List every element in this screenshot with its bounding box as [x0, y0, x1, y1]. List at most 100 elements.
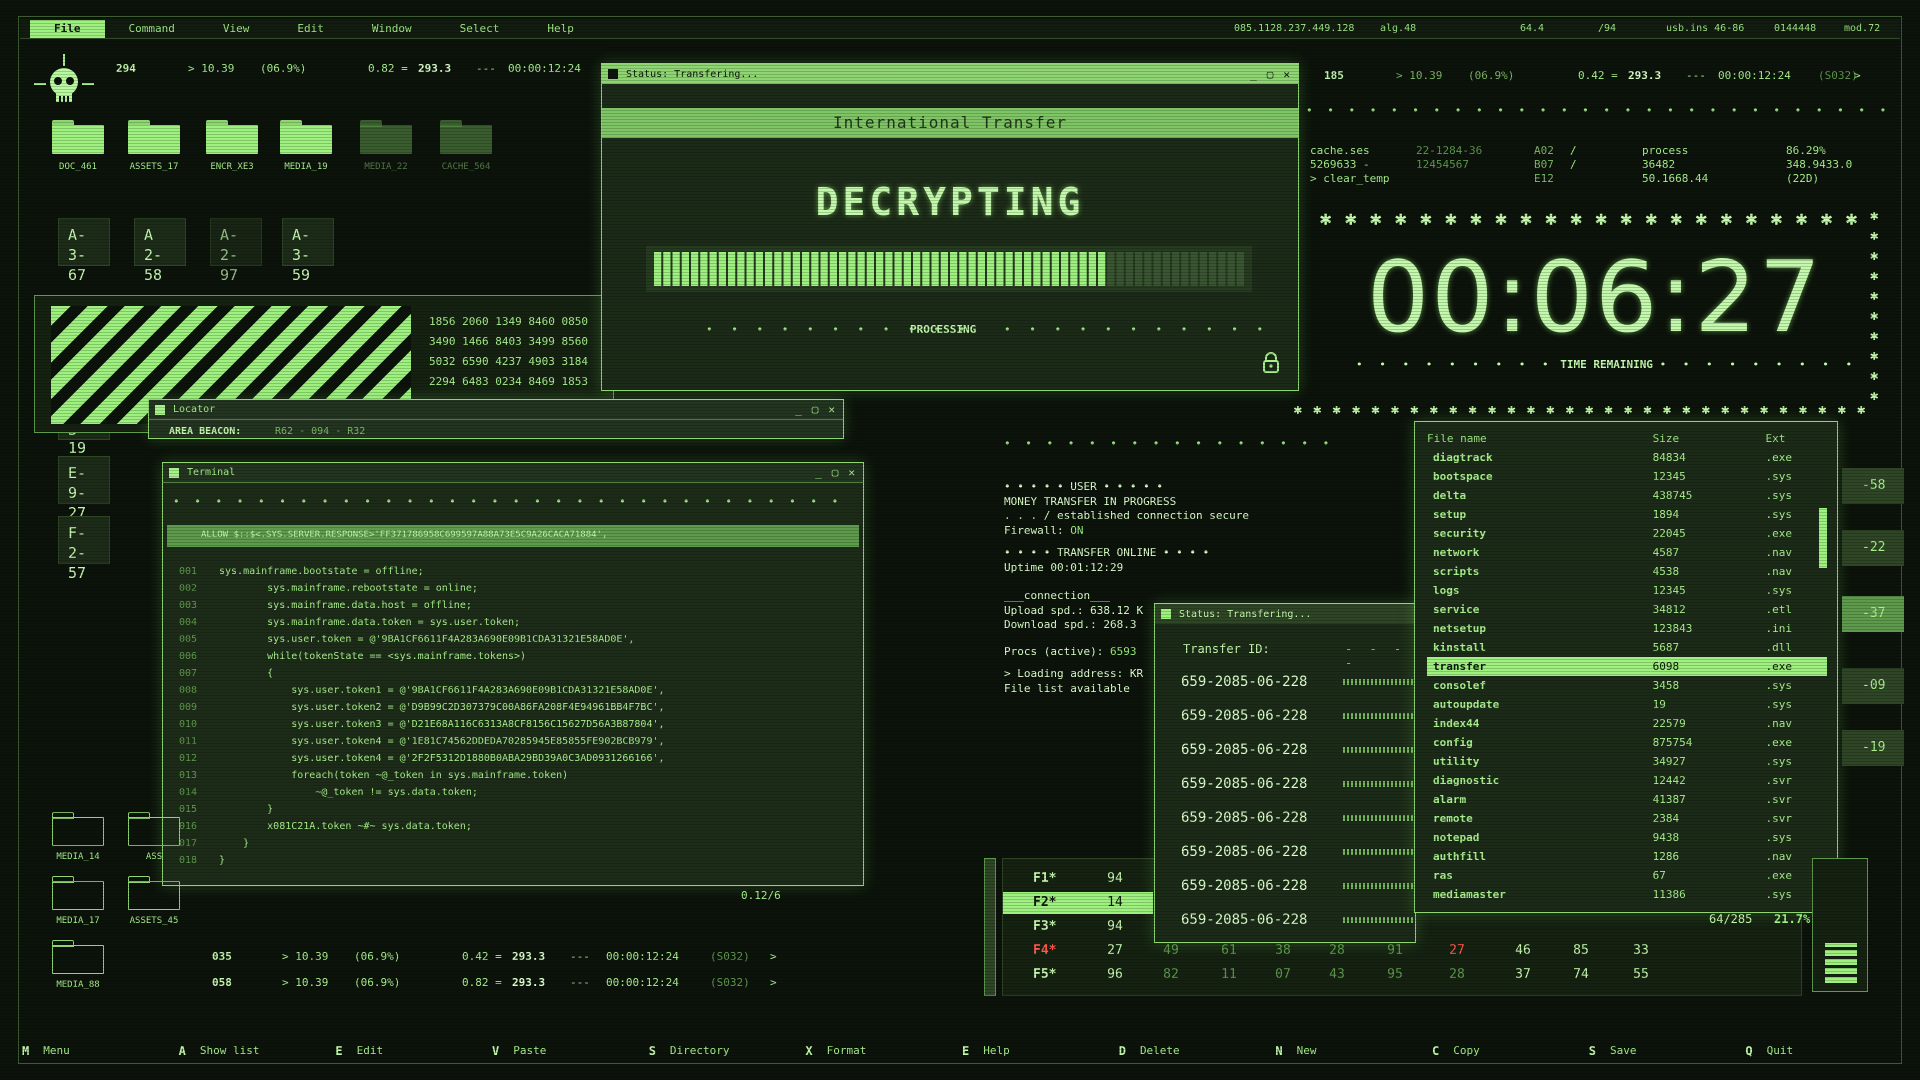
shortcut-help[interactable]: E Help — [960, 1044, 1117, 1058]
fkey-value: 49 — [1163, 943, 1179, 958]
code-line: 012 sys.user.token4 = @'2F2F5312D1880B0A… — [179, 753, 665, 764]
file-row[interactable]: remote 2384 .svr — [1427, 809, 1827, 828]
shortcut-save[interactable]: S Save — [1587, 1044, 1744, 1058]
folder-icon[interactable] — [52, 120, 104, 154]
shortcut-delete[interactable]: D Delete — [1117, 1044, 1274, 1058]
file-row[interactable]: delta 438745 .sys — [1427, 486, 1827, 505]
folder-icon[interactable] — [52, 940, 104, 974]
shortcut-edit[interactable]: E Edit — [333, 1044, 490, 1058]
shortcut-quit[interactable]: Q Quit — [1743, 1044, 1900, 1058]
file-row[interactable]: diagtrack 84834 .exe — [1427, 448, 1827, 467]
fkey-label[interactable]: F2* — [1033, 895, 1056, 910]
progress-segment — [968, 252, 976, 286]
shortcut-copy[interactable]: C Copy — [1430, 1044, 1587, 1058]
side-tile-19[interactable]: -19 — [1842, 730, 1904, 766]
file-row[interactable]: scripts 4538 .nav — [1427, 562, 1827, 581]
menu-file[interactable]: File — [30, 19, 105, 38]
file-row[interactable]: transfer 6098 .exe — [1427, 657, 1827, 676]
fkey-label[interactable]: F4* — [1033, 943, 1056, 958]
fkey-label[interactable]: F1* — [1033, 871, 1056, 886]
file-row[interactable]: alarm 41387 .svr — [1427, 790, 1827, 809]
tile-a-258[interactable]: A 2-58 — [134, 218, 186, 284]
file-row[interactable]: bootspace 12345 .sys — [1427, 467, 1827, 486]
col-header-ext[interactable]: Ext — [1765, 428, 1827, 448]
file-list-scrollbar[interactable] — [1819, 508, 1827, 568]
menu-edit[interactable]: Edit — [273, 20, 348, 38]
side-tile-22[interactable]: -22 — [1842, 530, 1904, 566]
folder-icon[interactable] — [128, 876, 180, 910]
shortcut-format[interactable]: X Format — [803, 1044, 960, 1058]
file-row[interactable]: logs 12345 .sys — [1427, 581, 1827, 600]
folder-icon[interactable] — [128, 120, 180, 154]
folder-icon[interactable] — [52, 812, 104, 846]
folder-icon[interactable] — [360, 120, 412, 154]
close-icon[interactable]: ✕ — [828, 403, 835, 416]
transfer-row[interactable]: 659-2085-06-228 — [1181, 708, 1413, 724]
fkey-label[interactable]: F5* — [1033, 967, 1056, 982]
file-row[interactable]: security 22045 .exe — [1427, 524, 1827, 543]
folder-icon[interactable] — [206, 120, 258, 154]
folder-icon[interactable] — [440, 120, 492, 154]
tile-a-297[interactable]: A- 2-97 — [210, 218, 262, 284]
menu-command[interactable]: Command — [105, 20, 199, 38]
file-row[interactable]: kinstall 5687 .dll — [1427, 638, 1827, 657]
file-row[interactable]: config 875754 .exe — [1427, 733, 1827, 752]
file-row[interactable]: authfill 1286 .nav — [1427, 847, 1827, 866]
shortcut-show-list[interactable]: A Show list — [177, 1044, 334, 1058]
maximize-icon[interactable]: ▢ — [812, 403, 819, 416]
maximize-icon[interactable]: ▢ — [1267, 68, 1274, 81]
file-row[interactable]: netsetup 123843 .ini — [1427, 619, 1827, 638]
transfer-row[interactable]: 659-2085-06-228 — [1181, 912, 1413, 928]
minimize-icon[interactable]: _ — [815, 466, 822, 479]
folder-icon[interactable] — [128, 812, 180, 846]
transfer-row[interactable]: 659-2085-06-228 — [1181, 742, 1413, 758]
file-row[interactable]: ras 67 .exe — [1427, 866, 1827, 885]
transfer-row[interactable]: 659-2085-06-228 — [1181, 878, 1413, 894]
transfer-row[interactable]: 659-2085-06-228 — [1181, 844, 1413, 860]
close-icon[interactable]: ✕ — [848, 466, 855, 479]
minimize-icon[interactable]: _ — [1250, 68, 1257, 81]
transfer-progress — [1343, 917, 1413, 923]
folder-label: MEDIA_88 — [56, 980, 100, 990]
menu-window[interactable]: Window — [348, 20, 436, 38]
file-row[interactable]: diagnostic 12442 .svr — [1427, 771, 1827, 790]
shortcut-new[interactable]: N New — [1273, 1044, 1430, 1058]
folder-icon[interactable] — [52, 876, 104, 910]
fkey-label[interactable]: F3* — [1033, 919, 1056, 934]
code-line: 018} — [179, 855, 226, 866]
file-row[interactable]: autoupdate 19 .sys — [1427, 695, 1827, 714]
col-header-size[interactable]: Size — [1653, 428, 1766, 448]
file-row[interactable]: network 4587 .nav — [1427, 543, 1827, 562]
side-tile-09[interactable]: -09 — [1842, 668, 1904, 704]
tile-e-927[interactable]: E- 9-27 — [58, 456, 110, 522]
file-row[interactable]: notepad 9438 .sys — [1427, 828, 1827, 847]
folder-icon[interactable] — [280, 120, 332, 154]
minimize-icon[interactable]: _ — [795, 403, 802, 416]
side-tile-58[interactable]: -58 — [1842, 468, 1904, 504]
tile-a-367[interactable]: A- 3-67 — [58, 218, 110, 284]
file-row[interactable]: consolef 3458 .sys — [1427, 676, 1827, 695]
tile-a-359[interactable]: A- 3-59 — [282, 218, 334, 284]
side-tile-37[interactable]: -37 — [1842, 596, 1904, 632]
shortcut-directory[interactable]: S Directory — [647, 1044, 804, 1058]
transfer-row[interactable]: 659-2085-06-228 — [1181, 810, 1413, 826]
file-row[interactable]: setup 1894 .sys — [1427, 505, 1827, 524]
fkey-side-bar — [984, 858, 996, 996]
close-icon[interactable]: ✕ — [1283, 68, 1290, 81]
progress-segment — [654, 252, 662, 286]
transfer-row[interactable]: 659-2085-06-228 — [1181, 776, 1413, 792]
shortcut-paste[interactable]: V Paste — [490, 1044, 647, 1058]
transfer-row[interactable]: 659-2085-06-228 — [1181, 674, 1413, 690]
tile-f-257[interactable]: F- 2-57 — [58, 516, 110, 582]
shortcut-menu[interactable]: M Menu — [20, 1044, 177, 1058]
menu-view[interactable]: View — [199, 20, 274, 38]
file-table: File name Size Ext diagtrack 84834 .exe boo… — [1427, 428, 1827, 904]
maximize-icon[interactable]: ▢ — [832, 466, 839, 479]
file-row[interactable]: index44 22579 .nav — [1427, 714, 1827, 733]
file-row[interactable]: service 34812 .etl — [1427, 600, 1827, 619]
menu-select[interactable]: Select — [436, 20, 524, 38]
file-row[interactable]: utility 34927 .sys — [1427, 752, 1827, 771]
file-row[interactable]: mediamaster 11386 .sys — [1427, 885, 1827, 904]
menu-help[interactable]: Help — [523, 20, 598, 38]
col-header-name[interactable]: File name — [1427, 428, 1653, 448]
